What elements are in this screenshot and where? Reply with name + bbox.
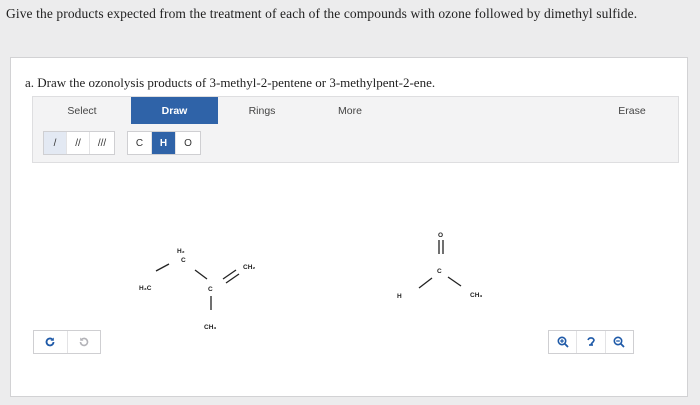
mol2-ch3-label: CH₃ [470,292,482,299]
mol2-o-label: O [438,232,443,239]
mol2-c-label: C [437,268,442,275]
mol1-ch3-label: CH₃ [204,324,216,331]
question-text: Give the products expected from the trea… [6,6,638,21]
reset-zoom-icon[interactable] [576,331,604,353]
molecule-1-bonds [155,263,240,310]
mol1-c2-label: C [208,286,213,293]
mol1-ch2-label: CH₂ [243,264,255,271]
redo-icon[interactable] [66,331,101,353]
zoom-controls [548,330,634,354]
mol2-h-label: H [397,293,402,300]
zoom-in-icon[interactable] [549,331,576,353]
zoom-out-icon[interactable] [604,331,633,353]
history-controls [33,330,101,354]
undo-icon[interactable] [34,331,67,353]
mol1-h2-label: H₂ [177,248,185,255]
mol1-h3c-label: H₃C [139,285,152,292]
mol1-c-label: C [181,257,186,264]
question-card: a. Draw the ozonolysis products of 3-met… [10,57,688,397]
molecule-2-bonds [418,240,462,289]
